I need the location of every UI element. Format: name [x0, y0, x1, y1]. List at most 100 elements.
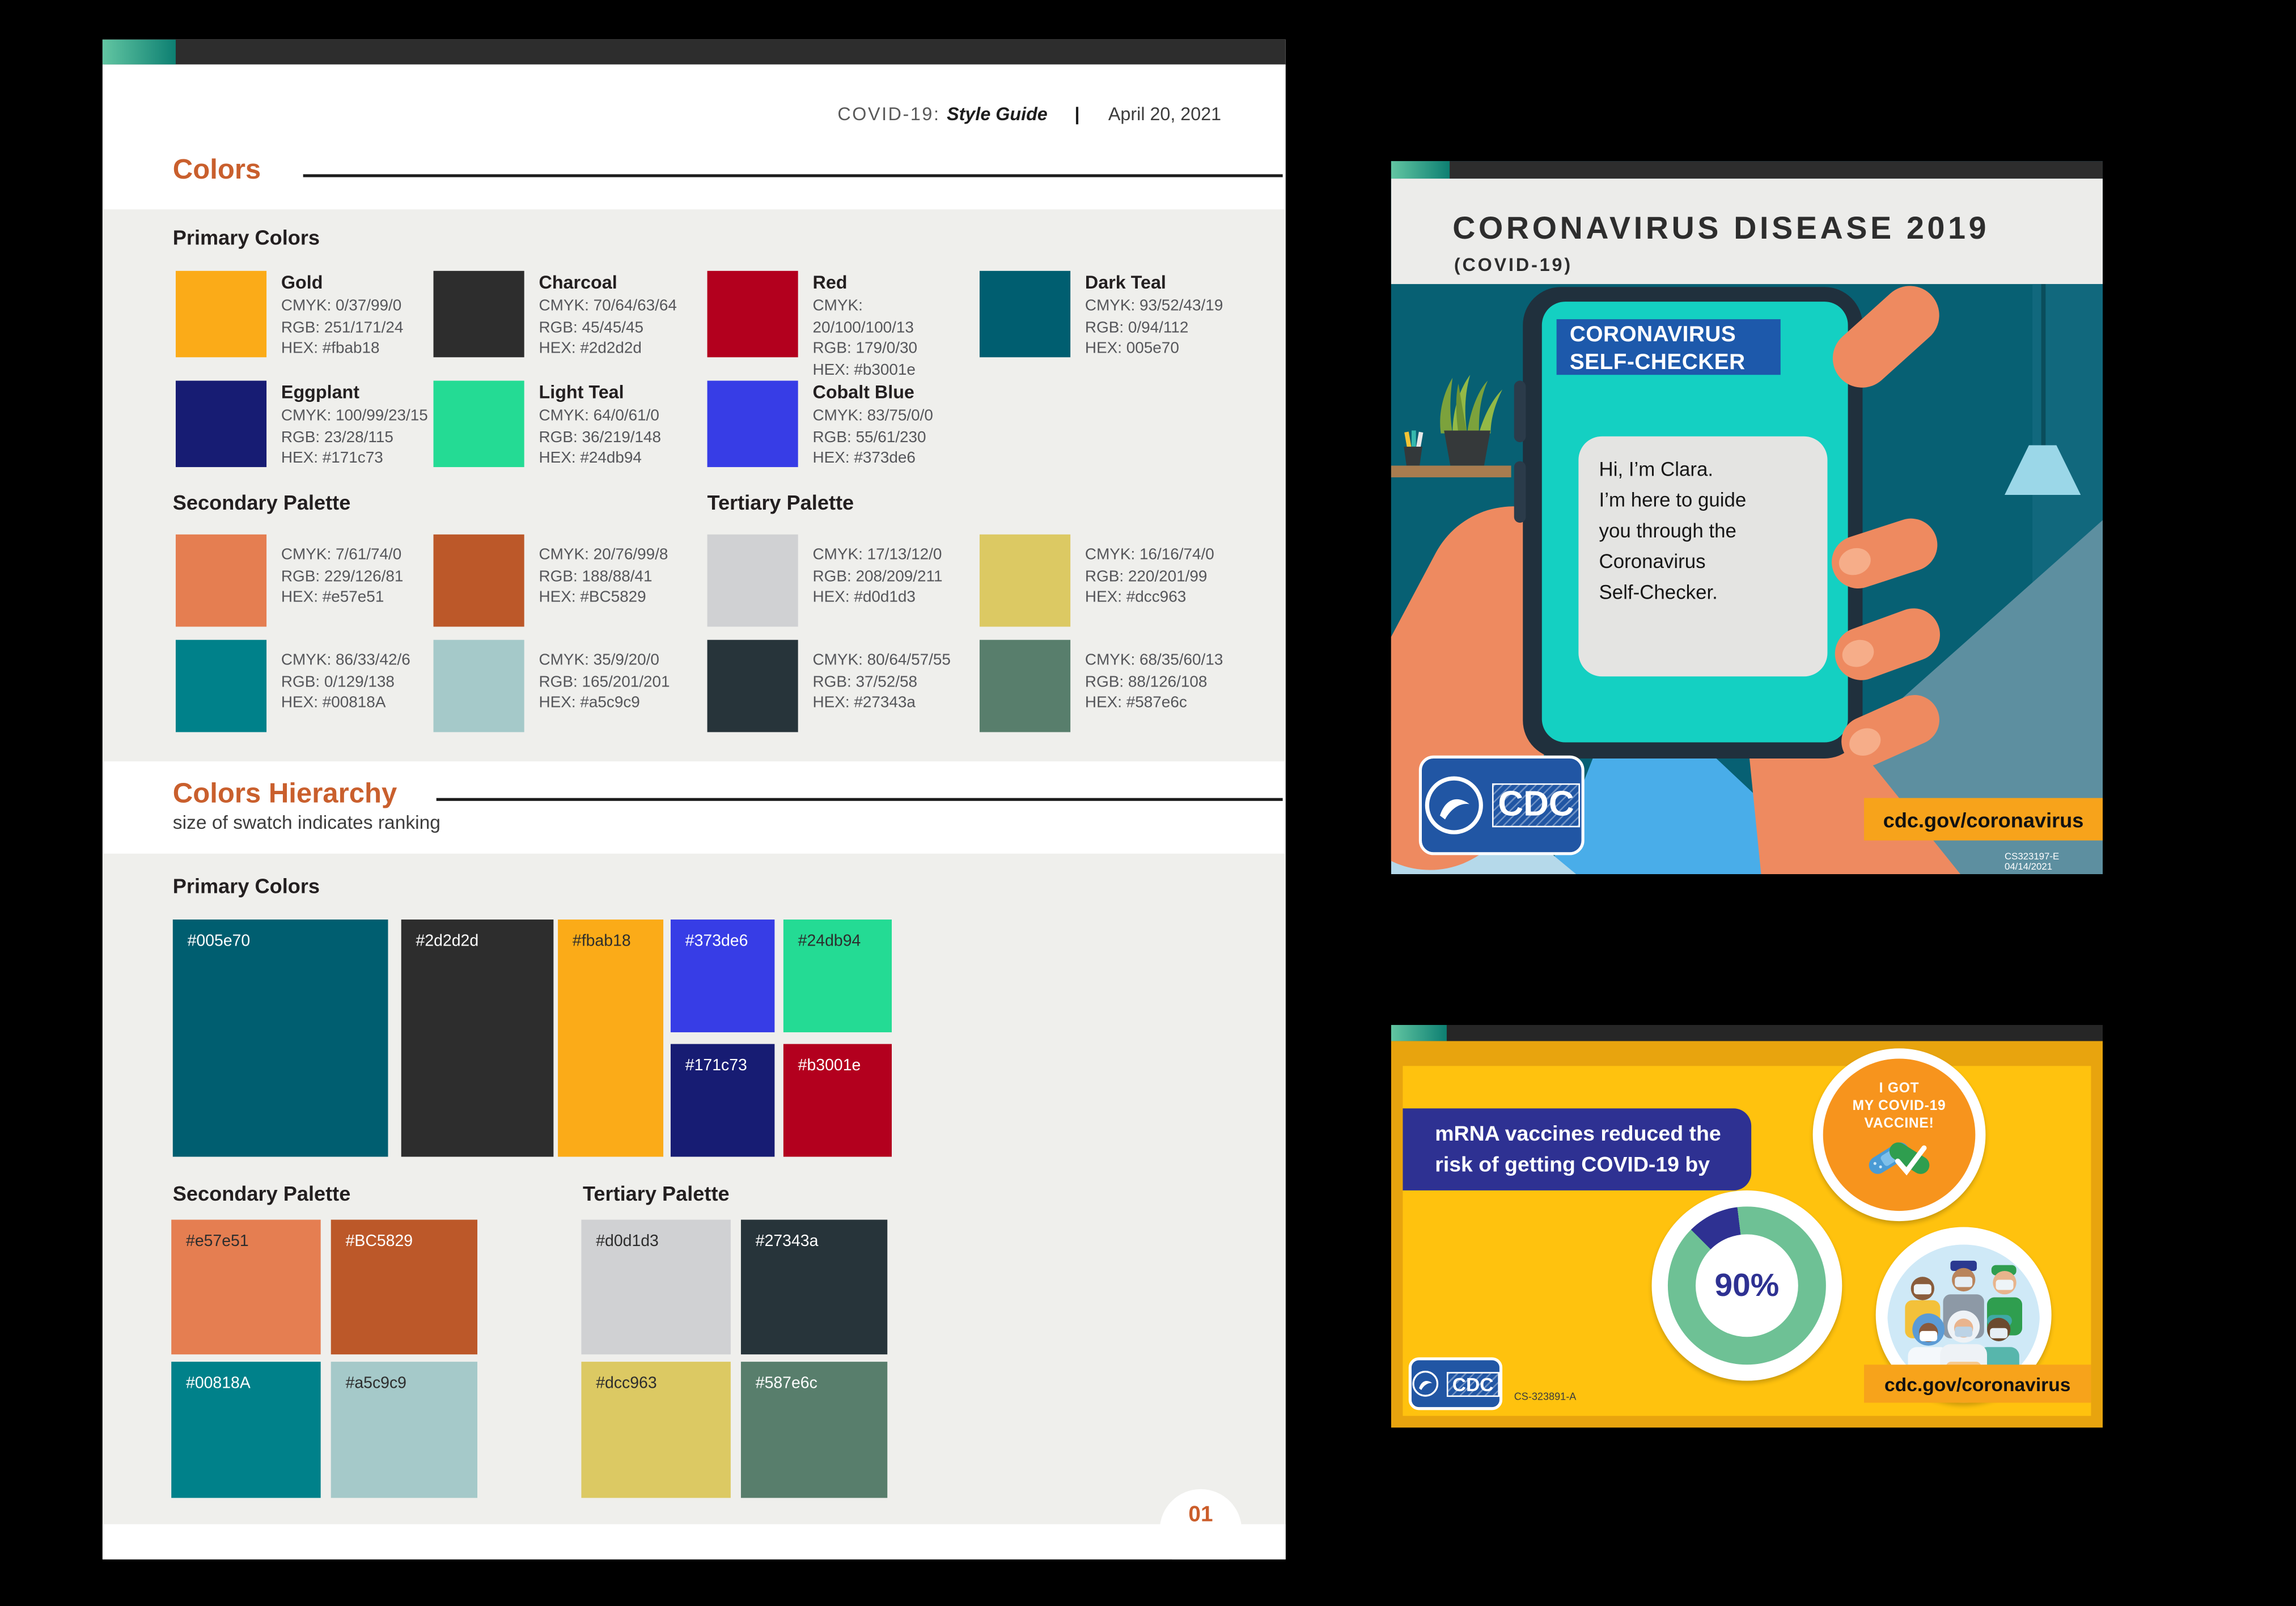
cmyk-value: CMYK: 16/16/74/0	[1085, 545, 1214, 566]
cmyk-value: CMYK: 20/100/100/13	[813, 296, 965, 338]
plant-pot	[1441, 430, 1494, 465]
chat-line: I’m here to guide	[1599, 485, 1828, 515]
hierarchy-swatch: #e57e51	[171, 1220, 320, 1355]
bandage-check-icon	[1866, 1136, 1933, 1180]
rgb-value: RGB: 88/126/108	[1085, 672, 1223, 693]
swatch-khaki	[980, 535, 1070, 627]
hierarchy-swatch: #b3001e	[783, 1044, 892, 1157]
rgb-value: RGB: 23/28/115	[281, 427, 428, 448]
colors-section-title: Colors	[173, 155, 261, 188]
hierarchy-swatch: #BC5829	[331, 1220, 477, 1355]
document-header: COVID-19: Style Guide | April 20, 2021	[837, 104, 1221, 124]
swatch-name: Gold	[281, 272, 404, 294]
rgb-value: RGB: 45/45/45	[539, 317, 677, 338]
swatch-name: Light Teal	[539, 382, 662, 404]
chat-line: Self-Checker.	[1599, 577, 1828, 608]
palette-entry-lightteal: Light Teal CMYK: 64/0/61/0 RGB: 36/219/1…	[434, 381, 692, 470]
rgb-value: RGB: 36/219/148	[539, 427, 662, 448]
hex-value: HEX: #BC5829	[539, 587, 668, 609]
hex-label: #dcc963	[581, 1362, 730, 1392]
rgb-value: RGB: 165/201/201	[539, 672, 670, 693]
hex-label: #BC5829	[331, 1220, 477, 1251]
rgb-value: RGB: 0/94/112	[1085, 317, 1223, 338]
swatch-light-teal	[434, 381, 524, 467]
plant-icon	[1429, 369, 1511, 441]
hierarchy-primary-label: Primary Colors	[173, 874, 320, 897]
hierarchy-subtitle: size of swatch indicates ranking	[173, 811, 440, 833]
percent-value: 90%	[1715, 1266, 1780, 1304]
swatch-name: Eggplant	[281, 382, 428, 404]
palette-entry-charcoal: Charcoal CMYK: 70/64/63/64 RGB: 45/45/45…	[434, 271, 692, 360]
hex-value: HEX: #e57e51	[281, 587, 404, 609]
rgb-value: RGB: 188/88/41	[539, 566, 668, 588]
hex-label: #373de6	[671, 919, 774, 950]
palette-entry-paleteal: CMYK: 35/9/20/0 RGB: 165/201/201 HEX: #a…	[434, 640, 692, 732]
pencil-icon	[1412, 430, 1415, 446]
chat-line: you through the	[1599, 515, 1828, 546]
hierarchy-swatch: #373de6	[671, 919, 774, 1032]
palette-entry-khaki: CMYK: 16/16/74/0 RGB: 220/201/99 HEX: #d…	[980, 535, 1238, 627]
headline-line: mRNA vaccines reduced the	[1435, 1120, 1751, 1151]
hex-label: #a5c9c9	[331, 1362, 477, 1392]
fingernail	[1839, 635, 1878, 671]
cmyk-value: CMYK: 93/52/43/19	[1085, 296, 1223, 317]
header-separator: |	[1075, 104, 1082, 124]
chat-line: Coronavirus	[1599, 546, 1828, 577]
palette-entry-sage: CMYK: 68/35/60/13 RGB: 88/126/108 HEX: #…	[980, 640, 1238, 732]
phone-button	[1514, 381, 1526, 442]
chat-bubble: Hi, I’m Clara. I’m here to guide you thr…	[1578, 437, 1827, 677]
doc-date: April 20, 2021	[1108, 104, 1221, 124]
hex-value: HEX: #d0d1d3	[813, 587, 943, 609]
hex-value: HEX: #24db94	[539, 448, 662, 470]
vaccine-badge-inner: I GOT MY COVID-19 VACCINE!	[1823, 1058, 1976, 1211]
fingernail	[1836, 544, 1874, 579]
rgb-value: RGB: 37/52/58	[813, 672, 951, 693]
hex-label: #2d2d2d	[401, 919, 554, 950]
hierarchy-secondary-label: Secondary Palette	[173, 1181, 351, 1205]
cdc-url-link[interactable]: cdc.gov/coronavirus	[1864, 798, 2103, 841]
self-checker-graphic: CORONAVIRUS DISEASE 2019 (COVID-19)	[1391, 161, 2103, 874]
cdc-logo-text: CDC	[1492, 783, 1580, 827]
hex-label: #587e6c	[741, 1362, 887, 1392]
palette-entry-cobalt: Cobalt Blue CMYK: 83/75/0/0 RGB: 55/61/2…	[708, 381, 965, 470]
hex-value: HEX: #fbab18	[281, 338, 404, 360]
hierarchy-swatch: #2d2d2d	[401, 919, 554, 1156]
rgb-value: RGB: 220/201/99	[1085, 566, 1214, 588]
teal-accent-bar	[1391, 1025, 1447, 1041]
cmyk-value: CMYK: 83/75/0/0	[813, 405, 933, 427]
cmyk-value: CMYK: 0/37/99/0	[281, 296, 404, 317]
hex-value: HEX: #dcc963	[1085, 587, 1214, 609]
graphic-subtitle: (COVID-19)	[1454, 255, 1573, 275]
hierarchy-swatch: #dcc963	[581, 1362, 730, 1498]
swatch-eggplant	[176, 381, 266, 467]
palette-entry-rust: CMYK: 20/76/99/8 RGB: 188/88/41 HEX: #BC…	[434, 535, 692, 627]
hhs-seal-icon	[1424, 774, 1485, 836]
phone-button	[1514, 461, 1526, 523]
swatch-name: Red	[813, 272, 965, 294]
rgb-value: RGB: 0/129/138	[281, 672, 410, 693]
section-rule	[303, 174, 1283, 176]
pencil-cup	[1403, 447, 1423, 466]
cmyk-value: CMYK: 100/99/23/15	[281, 405, 428, 427]
hierarchy-swatch: #587e6c	[741, 1362, 887, 1498]
hhs-seal-icon	[1412, 1367, 1439, 1400]
headline-banner: mRNA vaccines reduced the risk of gettin…	[1403, 1108, 1751, 1190]
fingernail	[1845, 723, 1885, 761]
rgb-value: RGB: 251/171/24	[281, 317, 404, 338]
palette-entry-eggplant: Eggplant CMYK: 100/99/23/15 RGB: 23/28/1…	[176, 381, 434, 470]
cdc-logo-text: CDC	[1446, 1371, 1499, 1396]
cdc-url-link[interactable]: cdc.gov/coronavirus	[1864, 1365, 2091, 1402]
hierarchy-swatch: #27343a	[741, 1220, 887, 1355]
screenshot-stage: COVID-19: Style Guide | April 20, 2021 C…	[0, 0, 2296, 1606]
percent-donut-chart: 90%	[1652, 1190, 1842, 1381]
hex-value: HEX: #373de6	[813, 448, 933, 470]
banner-line: SELF-CHECKER	[1570, 349, 1781, 376]
cmyk-value: CMYK: 64/0/61/0	[539, 405, 662, 427]
badge-line: I GOT	[1823, 1080, 1976, 1098]
swatch-slate	[708, 640, 798, 732]
hierarchy-swatch: #24db94	[783, 919, 892, 1032]
hierarchy-swatch: #fbab18	[558, 919, 663, 1156]
cmyk-value: CMYK: 86/33/42/6	[281, 650, 410, 672]
hierarchy-tertiary-label: Tertiary Palette	[583, 1181, 730, 1205]
hierarchy-swatch: #005e70	[173, 919, 388, 1156]
